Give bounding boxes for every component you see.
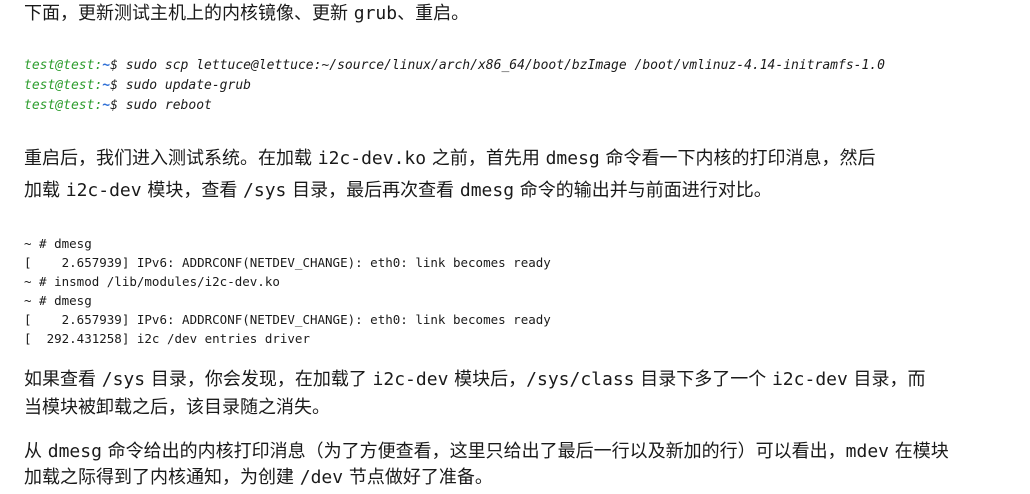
shell-line: ~ # insmod /lib/modules/i2c-dev.ko (24, 274, 280, 289)
shell-line: [ 292.431258] i2c /dev entries driver (24, 331, 310, 346)
terminal-line: test@test:~$ sudo reboot (24, 98, 212, 113)
terminal-line: test@test:~$ sudo scp lettuce@lettuce:~/… (24, 58, 885, 73)
inline-code: mdev (845, 441, 889, 462)
intro-text-end: 、重启。 (397, 3, 470, 24)
inline-code-grub: grub (353, 3, 398, 24)
inline-code: dmesg (47, 441, 102, 462)
shell-line: ~ # dmesg (24, 236, 92, 251)
prompt-path: ~ (102, 58, 111, 73)
intro-text: 下面，更新测试主机上的内核镜像、更新 (24, 3, 354, 24)
paragraph-sys-class-line2: 当模块被卸载之后，该目录随之消失。 (24, 397, 330, 418)
inline-code: /sys/class (526, 369, 635, 390)
terminal-command: sudo update-grub (117, 78, 251, 93)
inline-code: dmesg (459, 180, 515, 201)
inline-code: i2c-dev (771, 369, 848, 390)
inline-code: i2c-dev.ko (317, 148, 427, 169)
prompt-path: ~ (102, 98, 111, 113)
paragraph-reboot-line2: 加载 i2c-dev 模块，查看 /sys 目录，最后再次查看 dmesg 命令… (24, 180, 772, 201)
inline-code: dmesg (545, 148, 600, 169)
prompt-user: test@test (24, 98, 95, 113)
prompt-path: ~ (102, 78, 111, 93)
inline-code: i2c-dev (372, 369, 449, 390)
terminal-command: sudo reboot (117, 98, 212, 113)
inline-code: /sys (101, 369, 146, 390)
shell-line: ~ # dmesg (24, 293, 92, 308)
terminal-line: test@test:~$ sudo update-grub (24, 78, 251, 93)
prompt-user: test@test (24, 58, 95, 73)
terminal-command: sudo scp lettuce@lettuce:~/source/linux/… (117, 58, 885, 73)
shell-line: [ 2.657939] IPv6: ADDRCONF(NETDEV_CHANGE… (24, 312, 551, 327)
inline-code: i2c-dev (65, 180, 142, 201)
inline-code: /dev (299, 467, 344, 488)
paragraph-mdev-line2: 加载之际得到了内核通知，为创建 /dev 节点做好了准备。 (24, 467, 493, 488)
prompt-user: test@test (24, 78, 95, 93)
inline-code: /sys (243, 180, 287, 201)
paragraph-reboot: 重启后，我们进入测试系统。在加载 i2c-dev.ko 之前，首先用 dmesg… (24, 148, 876, 169)
intro-paragraph: 下面，更新测试主机上的内核镜像、更新 grub、重启。 (24, 0, 1024, 30)
shell-line: [ 2.657939] IPv6: ADDRCONF(NETDEV_CHANGE… (24, 255, 551, 270)
